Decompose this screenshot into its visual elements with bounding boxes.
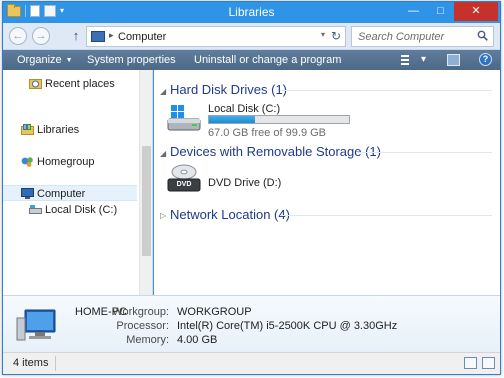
scrollbar-thumb[interactable]	[142, 146, 151, 256]
details-view-icon[interactable]	[464, 357, 477, 369]
computer-icon	[21, 188, 34, 199]
memory-value: 4.00 GB	[177, 334, 218, 346]
large-icons-view-icon[interactable]	[482, 357, 495, 369]
item-count: 4 items	[13, 357, 49, 369]
expand-arrow-icon[interactable]: ◢	[160, 149, 166, 158]
nav-label: Libraries	[37, 124, 80, 136]
group-network-location[interactable]: Network Location (4)	[170, 207, 290, 222]
content-pane: ◢ Hard Disk Drives (1) Local Disk (C:) 6…	[154, 70, 500, 295]
system-properties-button[interactable]: System properties	[87, 54, 176, 66]
drive-icon	[29, 205, 42, 214]
forward-button[interactable]: →	[32, 27, 50, 45]
group-divider	[356, 152, 492, 153]
status-bar: 4 items	[3, 352, 500, 374]
breadcrumb-computer[interactable]: Computer	[118, 31, 166, 43]
nav-scrollbar[interactable]	[139, 70, 152, 295]
nav-item-recent-places[interactable]: Recent places	[3, 76, 137, 92]
nav-item-homegroup[interactable]: Homegroup	[3, 154, 137, 170]
navigation-pane: Recent places Libraries Homegroup Comput…	[3, 70, 153, 295]
drive-name: Local Disk (C:)	[208, 103, 281, 115]
group-divider	[280, 215, 492, 216]
details-pane: HOME-PC Workgroup: WORKGROUP Processor: …	[3, 295, 500, 352]
address-bar[interactable]: ▸ Computer ▾ ↻	[86, 26, 346, 47]
preview-pane-icon[interactable]	[447, 54, 460, 66]
drive-usage-fill	[209, 116, 256, 123]
nav-item-computer[interactable]: Computer	[3, 185, 137, 201]
command-bar: Organize ▼ System properties Uninstall or…	[3, 50, 500, 70]
change-view-icon[interactable]	[401, 55, 409, 66]
organize-button[interactable]: Organize ▼	[17, 54, 73, 66]
workgroup-value: WORKGROUP	[177, 306, 252, 318]
chevron-down-icon[interactable]: ▾	[321, 30, 325, 39]
nav-item-libraries[interactable]: Libraries	[3, 122, 137, 138]
expand-arrow-icon[interactable]: ◢	[160, 87, 166, 96]
drive-usage-bar	[208, 115, 350, 124]
libraries-icon	[21, 124, 34, 135]
group-removable-storage[interactable]: Devices with Removable Storage (1)	[170, 144, 381, 159]
chevron-right-icon[interactable]: ▸	[109, 30, 114, 41]
close-button[interactable]: ✕	[454, 2, 498, 21]
view-options-dropdown-icon[interactable]: ▾	[421, 54, 426, 65]
uninstall-program-button[interactable]: Uninstall or change a program	[194, 54, 341, 66]
search-placeholder: Search Computer	[358, 31, 445, 43]
refresh-icon[interactable]: ↻	[331, 29, 341, 43]
group-hard-disk-drives[interactable]: Hard Disk Drives (1)	[170, 82, 287, 97]
homegroup-icon	[21, 157, 33, 167]
window-controls: — □ ✕	[400, 2, 498, 21]
drive-name: DVD Drive (D:)	[208, 177, 282, 189]
search-input[interactable]: Search Computer	[351, 26, 494, 47]
group-divider	[280, 90, 492, 91]
organize-label: Organize	[17, 54, 62, 66]
memory-label: Memory:	[126, 334, 169, 346]
nav-label: Homegroup	[37, 156, 95, 168]
address-row: ← → ↑ ▸ Computer ▾ ↻ Search Computer	[3, 23, 500, 50]
collapse-arrow-icon[interactable]: ▷	[160, 211, 166, 220]
explorer-window: ▾ Libraries — □ ✕ ← → ↑ ▸ Computer ▾ ↻ S…	[2, 1, 501, 375]
nav-item-local-disk[interactable]: Local Disk (C:)	[3, 202, 137, 218]
dvd-drive-icon	[167, 164, 201, 192]
workgroup-label: Workgroup:	[112, 306, 169, 318]
caret-down-icon: ▼	[65, 57, 73, 64]
up-button[interactable]: ↑	[69, 28, 83, 44]
nav-label: Recent places	[45, 78, 115, 90]
status-divider	[55, 356, 56, 371]
dvd-badge: DVD	[176, 181, 192, 188]
nav-label: Computer	[37, 188, 86, 200]
drive-free-space: 67.0 GB free of 99.9 GB	[208, 127, 327, 139]
maximize-button[interactable]: □	[427, 2, 454, 21]
computer-icon	[16, 309, 56, 341]
recent-places-icon	[29, 79, 42, 89]
processor-value: Intel(R) Core(TM) i5-2500K CPU @ 3.30GHz	[177, 320, 398, 332]
minimize-button[interactable]: —	[400, 2, 427, 21]
search-icon[interactable]	[477, 30, 488, 41]
computer-icon	[91, 31, 105, 42]
help-icon[interactable]: ?	[479, 53, 492, 66]
processor-label: Processor:	[116, 320, 169, 332]
back-button[interactable]: ←	[9, 27, 27, 45]
title-bar[interactable]: ▾ Libraries — □ ✕	[3, 2, 500, 23]
hard-drive-icon	[167, 105, 201, 131]
nav-label: Local Disk (C:)	[45, 204, 118, 216]
